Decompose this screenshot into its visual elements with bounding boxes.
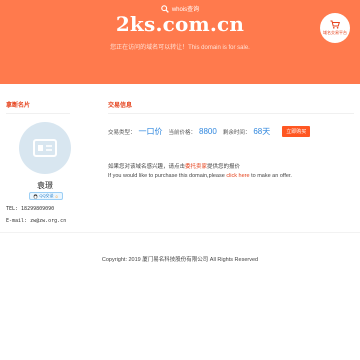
avatar [19,122,71,174]
buy-now-button[interactable]: 立即购买 [282,126,311,137]
click-here-link[interactable]: click here [226,173,249,179]
remaining-value: 68天 [253,127,271,136]
seal-label: 域名交易平台 [323,30,347,35]
owner-tel: TEL: 18299809090 [6,206,55,212]
domain-title: 2ks.com.cn [115,12,245,36]
offer-note-en: If you would like to purchase this domai… [108,173,292,179]
offer-note-cn-suffix: 提供您的报价 [207,164,241,170]
offer-note-en-prefix: If you would like to purchase this domai… [108,173,225,179]
qq-chat-button[interactable]: QQ交谈 ☺ [29,192,63,200]
cart-icon [330,20,340,29]
remaining-label: 剩余时间： [222,129,251,136]
trade-type-value: 一口价 [138,127,163,136]
price-label: 当前价格： [168,129,197,136]
hero-banner: whois查询 2ks.com.cn 您正在访问的域名可以转让！This dom… [0,0,360,84]
qq-icon [33,193,38,199]
offer-note-cn: 如果您对该域名感兴趣，请点击委托卖家提供您的报价 [108,162,240,170]
profile-card: 拿断名片 [6,100,70,114]
trade-section-title: 交易信息 [108,100,354,114]
price-value: 8800 [199,127,217,136]
footer-divider [0,232,360,233]
owner-name: 袁璟 [37,181,53,190]
entrust-seller-link[interactable]: 委托卖家 [185,164,207,170]
id-card-icon [33,139,57,157]
trade-info-row: 交易类型： 一口价 当前价格： 8800 剩余时间： 68天 立即购买 [108,126,311,137]
platform-seal[interactable]: 域名交易平台 [320,13,350,43]
owner-email: E-mail: zw@zw.org.cn [6,218,67,224]
trade-panel: 交易信息 [108,100,354,114]
sale-notice: 您正在访问的域名可以转让！This domain is for sale. [110,45,250,51]
trade-type-label: 交易类型： [108,129,136,136]
qq-chat-label: QQ交谈 [39,193,54,198]
offer-note-cn-prefix: 如果您对该域名感兴趣，请点击 [108,164,186,170]
qq-online-icon: ☺ [54,193,59,199]
offer-note-en-suffix: to make an offer. [251,173,292,179]
copyright: Copyright: 2019 厦门易名科技股份有限公司 All Rights … [101,257,259,263]
profile-section-title: 拿断名片 [6,100,70,114]
